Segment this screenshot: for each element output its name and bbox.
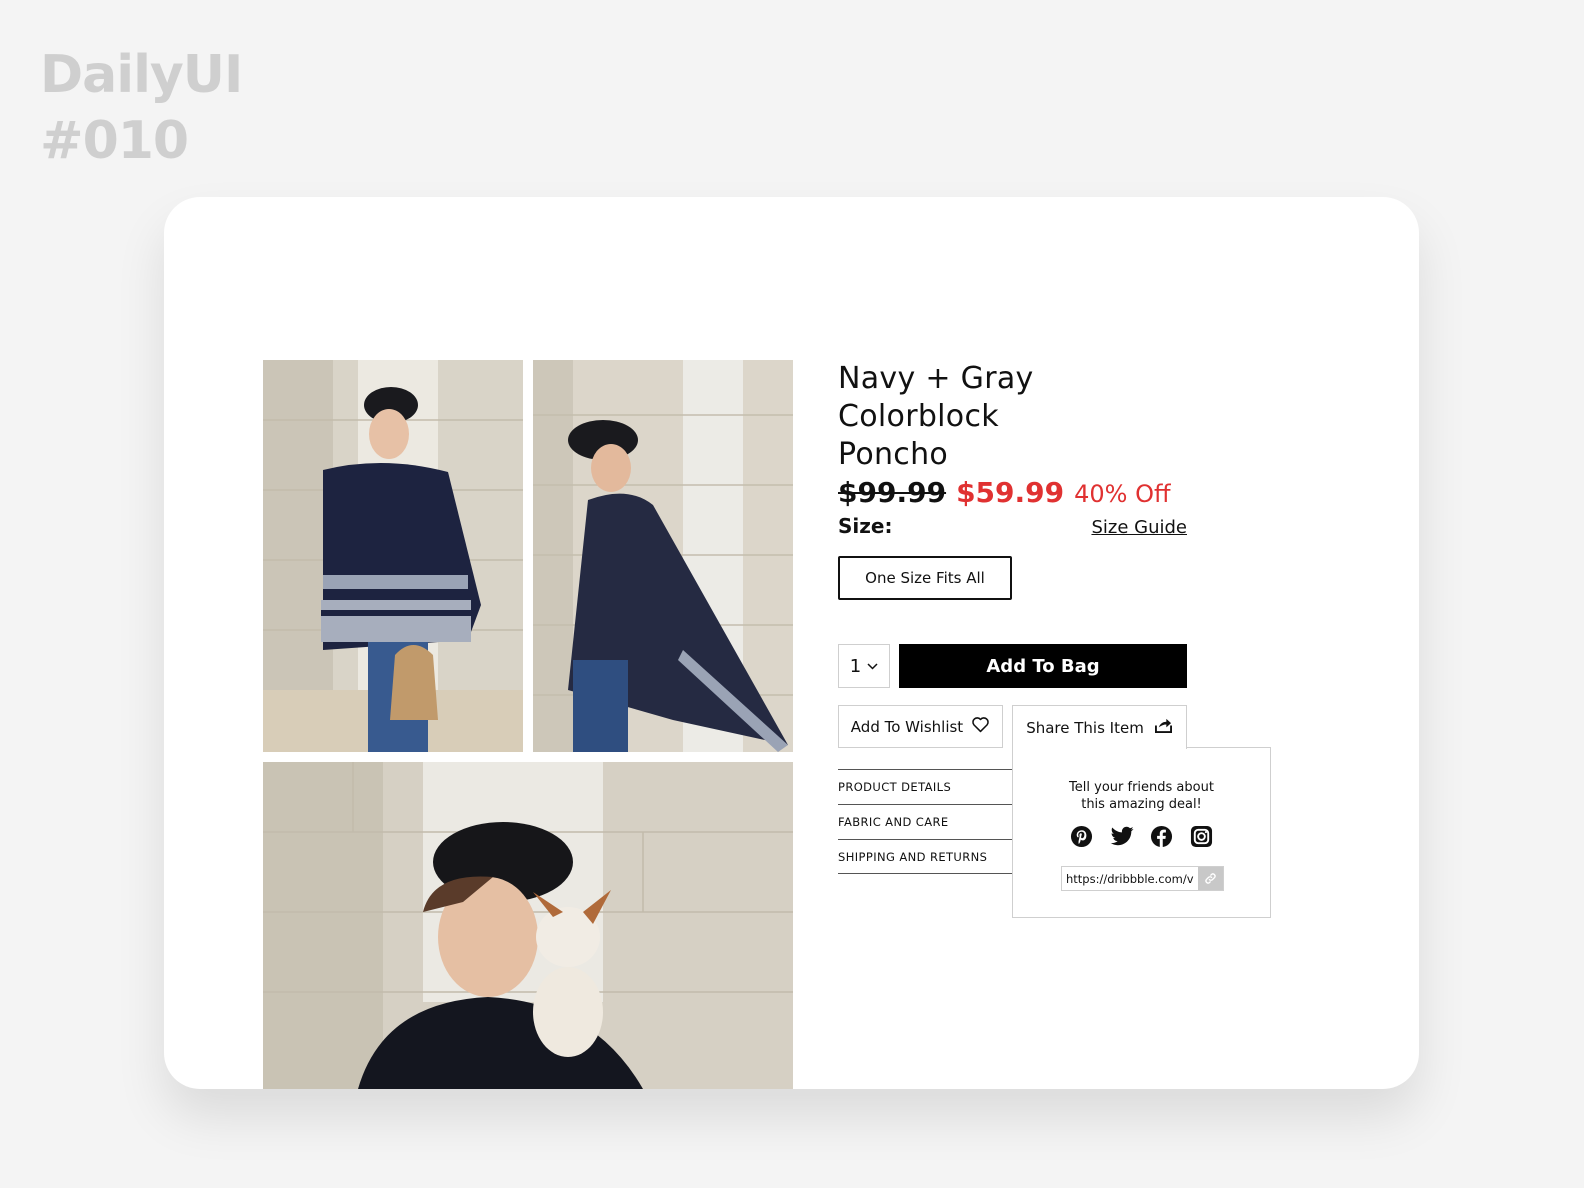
copy-link-icon[interactable] — [1198, 867, 1223, 890]
share-url-field[interactable] — [1062, 867, 1198, 890]
heart-icon — [971, 716, 990, 737]
price-row: $99.99 $59.99 40% Off — [838, 476, 1419, 509]
instagram-icon[interactable] — [1190, 824, 1214, 848]
product-photo-side[interactable] — [533, 360, 793, 752]
size-option-button[interactable]: One Size Fits All — [838, 556, 1012, 600]
product-card: Navy + Gray Colorblock Poncho $99.99 $59… — [164, 197, 1419, 1089]
add-to-wishlist-button[interactable]: Add To Wishlist — [838, 705, 1003, 748]
original-price: $99.99 — [838, 476, 947, 509]
brand-line-2: #010 — [40, 111, 189, 171]
pinterest-icon[interactable] — [1070, 824, 1094, 848]
dailyui-watermark: DailyUI #010 — [40, 42, 243, 174]
accordion-fabric-care[interactable]: FABRIC AND CARE — [838, 804, 1012, 839]
discount-badge: 40% Off — [1074, 480, 1171, 508]
product-accordion: PRODUCT DETAILS FABRIC AND CARE SHIPPING… — [838, 769, 1012, 874]
product-title-line-2: Poncho — [838, 437, 949, 472]
twitter-icon[interactable] — [1110, 824, 1134, 848]
facebook-icon[interactable] — [1150, 824, 1174, 848]
product-photo-closeup[interactable] — [263, 762, 793, 1089]
size-label: Size: — [838, 514, 893, 538]
add-to-bag-button[interactable]: Add To Bag — [899, 644, 1187, 688]
size-guide-link[interactable]: Size Guide — [1091, 517, 1187, 538]
product-title: Navy + Gray Colorblock Poncho — [838, 360, 1198, 474]
share-icon — [1154, 717, 1173, 738]
share-item-button[interactable]: Share This Item — [1012, 705, 1187, 749]
product-title-line-1: Navy + Gray Colorblock — [838, 361, 1034, 434]
brand-line-1: DailyUI — [40, 45, 243, 105]
accordion-shipping-returns[interactable]: SHIPPING AND RETURNS — [838, 839, 1012, 874]
chevron-down-icon — [867, 659, 878, 673]
share-link-box — [1061, 866, 1224, 891]
product-info: Navy + Gray Colorblock Poncho $99.99 $59… — [838, 360, 1419, 918]
wishlist-label: Add To Wishlist — [850, 717, 964, 736]
share-message: Tell your friends about this amazing dea… — [1013, 779, 1270, 813]
share-message-line-1: Tell your friends about — [1069, 780, 1214, 795]
share-message-line-2: this amazing deal! — [1081, 797, 1202, 812]
accordion-product-details[interactable]: PRODUCT DETAILS — [838, 769, 1012, 804]
quantity-value: 1 — [849, 655, 862, 677]
sale-price: $59.99 — [956, 476, 1065, 509]
product-photo-front[interactable] — [263, 360, 523, 752]
social-links — [1013, 824, 1270, 848]
size-row: Size: Size Guide — [838, 514, 1187, 538]
share-panel: Tell your friends about this amazing dea… — [1012, 747, 1271, 918]
quantity-select[interactable]: 1 — [838, 644, 890, 688]
share-label: Share This Item — [1026, 718, 1144, 737]
